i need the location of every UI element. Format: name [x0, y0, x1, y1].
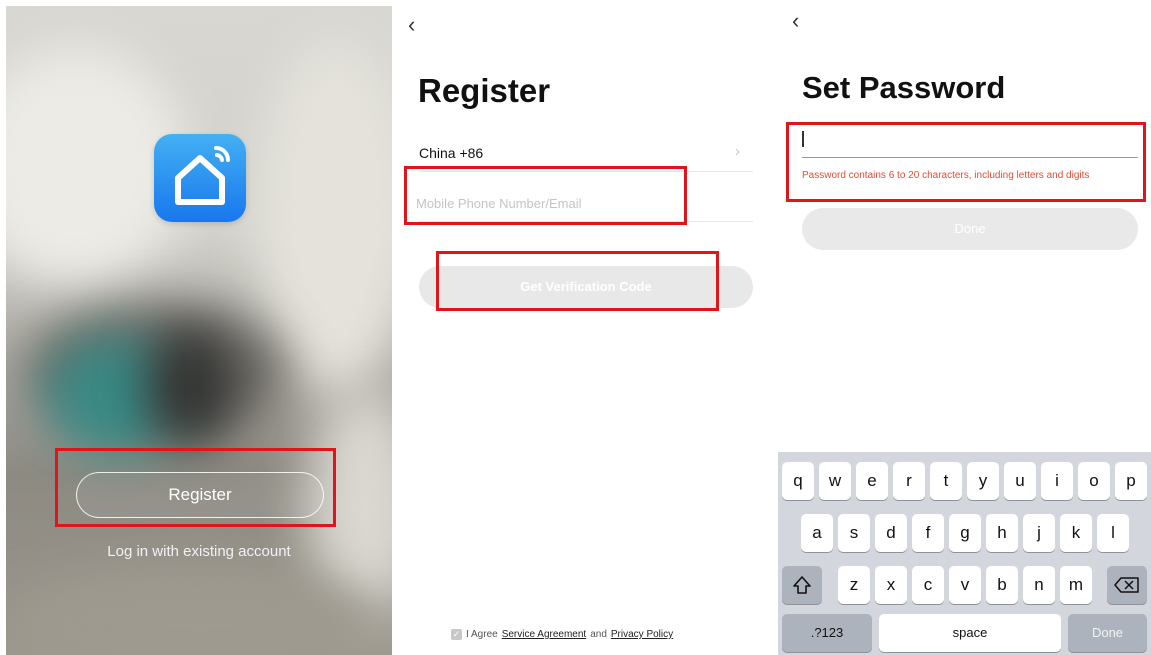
key-f[interactable]: f: [912, 514, 944, 552]
password-hint: Password contains 6 to 20 characters, in…: [802, 170, 1090, 181]
key-g[interactable]: g: [949, 514, 981, 552]
key-i[interactable]: i: [1041, 462, 1073, 500]
key-z[interactable]: z: [838, 566, 870, 604]
agree-and: and: [590, 629, 607, 640]
key-h[interactable]: h: [986, 514, 1018, 552]
background-blur: [146, 326, 236, 446]
key-n[interactable]: n: [1023, 566, 1055, 604]
key-d[interactable]: d: [875, 514, 907, 552]
key-b[interactable]: b: [986, 566, 1018, 604]
key-s[interactable]: s: [838, 514, 870, 552]
country-code-selector[interactable]: China +86: [419, 145, 483, 161]
key-y[interactable]: y: [967, 462, 999, 500]
page-title: Set Password: [802, 70, 1006, 105]
phone-email-input[interactable]: [416, 189, 676, 217]
numbers-key[interactable]: .?123: [782, 614, 872, 652]
divider: [419, 171, 753, 172]
agreement-row: ✓ I Agree Service Agreement and Privacy …: [451, 629, 673, 640]
get-verification-code-button[interactable]: Get Verification Code: [419, 266, 753, 308]
key-e[interactable]: e: [856, 462, 888, 500]
background-blur: [256, 36, 392, 396]
key-w[interactable]: w: [819, 462, 851, 500]
key-r[interactable]: r: [893, 462, 925, 500]
key-v[interactable]: v: [949, 566, 981, 604]
key-c[interactable]: c: [912, 566, 944, 604]
smart-home-icon: [154, 134, 246, 222]
done-button[interactable]: Done: [802, 208, 1138, 250]
on-screen-keyboard: q w e r t y u i o p a s d f g h j k l z …: [778, 452, 1151, 655]
password-input[interactable]: [808, 128, 1128, 152]
keyboard-done-key[interactable]: Done: [1068, 614, 1147, 652]
key-j[interactable]: j: [1023, 514, 1055, 552]
text-cursor: [802, 131, 804, 147]
agree-prefix: I Agree: [466, 629, 498, 640]
key-u[interactable]: u: [1004, 462, 1036, 500]
register-button[interactable]: Register: [76, 472, 324, 518]
chevron-left-icon[interactable]: ‹: [408, 14, 415, 36]
space-key[interactable]: space: [879, 614, 1061, 652]
divider: [419, 221, 753, 222]
key-q[interactable]: q: [782, 462, 814, 500]
key-t[interactable]: t: [930, 462, 962, 500]
page-title: Register: [418, 72, 551, 109]
shift-icon[interactable]: [782, 566, 822, 604]
key-a[interactable]: a: [801, 514, 833, 552]
key-o[interactable]: o: [1078, 462, 1110, 500]
key-m[interactable]: m: [1060, 566, 1092, 604]
key-l[interactable]: l: [1097, 514, 1129, 552]
chevron-left-icon[interactable]: ‹: [792, 10, 799, 32]
key-p[interactable]: p: [1115, 462, 1147, 500]
login-existing-account-link[interactable]: Log in with existing account: [6, 543, 392, 560]
key-k[interactable]: k: [1060, 514, 1092, 552]
service-agreement-link[interactable]: Service Agreement: [502, 629, 587, 640]
backspace-icon[interactable]: [1107, 566, 1147, 604]
key-x[interactable]: x: [875, 566, 907, 604]
privacy-policy-link[interactable]: Privacy Policy: [611, 629, 673, 640]
checkbox-icon[interactable]: ✓: [451, 629, 462, 640]
divider: [802, 157, 1138, 158]
chevron-right-icon[interactable]: ›: [735, 143, 740, 160]
welcome-screen: Register Log in with existing account: [6, 6, 392, 655]
